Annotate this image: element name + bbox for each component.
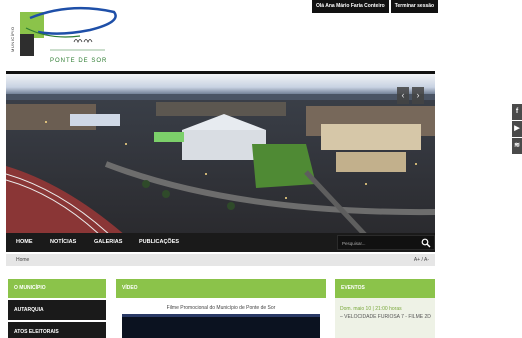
nav-item-publications[interactable]: PUBLICAÇÕES: [139, 233, 179, 252]
slideshow-prev-button[interactable]: ‹: [397, 87, 409, 104]
logo-town-name: PONTE DE SOR: [50, 58, 108, 64]
facebook-icon[interactable]: f: [512, 104, 522, 120]
video-header: VÍDEO: [116, 279, 326, 298]
logo-graphic: [20, 6, 117, 56]
video-player[interactable]: [122, 314, 320, 338]
logo-vertical-text: MUNICÍPIO: [10, 26, 15, 52]
logout-link[interactable]: Terminar sessão: [390, 0, 439, 13]
nav-item-home[interactable]: HOME: [16, 233, 33, 252]
user-greeting-link[interactable]: Olá Ana Mário Faria Conteiro: [312, 0, 389, 13]
hero-aerial-photo: [6, 74, 435, 233]
main-navigation: HOME NOTÍCIAS GALERIAS PUBLICAÇÕES: [6, 233, 435, 252]
municipality-logo[interactable]: MUNICÍPIO PONTE DE SOR: [10, 6, 122, 64]
breadcrumb: Home A+ / A-: [6, 254, 435, 266]
search-input[interactable]: [342, 238, 414, 248]
event-title: – VELOCIDADE FURIOSA 7 - FILME 2D: [340, 314, 431, 320]
hero-slideshow[interactable]: ‹ ›: [6, 71, 435, 233]
search-box: [337, 235, 435, 250]
search-icon[interactable]: [421, 238, 431, 248]
social-links: f ▶ ≋: [512, 104, 522, 155]
sidebar-item-atos-eleitorais[interactable]: ATOS ELEITORAIS: [8, 322, 106, 338]
video-title: Filme Promocional do Município de Ponte …: [166, 305, 276, 311]
nav-item-galleries[interactable]: GALERIAS: [94, 233, 122, 252]
slideshow-next-button[interactable]: ›: [412, 87, 424, 104]
font-size-controls[interactable]: A+ / A-: [414, 254, 429, 266]
breadcrumb-home-link[interactable]: Home: [16, 254, 29, 266]
nav-item-news[interactable]: NOTÍCIAS: [50, 233, 76, 252]
sidebar-item-autarquia[interactable]: AUTARQUIA: [8, 300, 106, 320]
user-bar: Olá Ana Mário Faria Conteiro Terminar se…: [312, 0, 439, 13]
event-date-link[interactable]: Dom. maio 10 | 21:00 horas: [340, 305, 432, 313]
youtube-icon[interactable]: ▶: [512, 121, 522, 137]
rss-icon[interactable]: ≋: [512, 138, 522, 154]
municipality-header: O MUNICÍPIO: [8, 279, 106, 298]
events-header: EVENTOS: [335, 279, 435, 298]
